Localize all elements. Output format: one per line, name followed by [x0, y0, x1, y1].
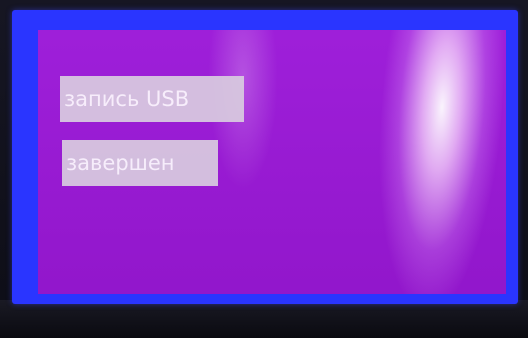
device-bezel-bottom — [0, 300, 528, 338]
status-text-recording: запись USB — [60, 76, 244, 122]
status-text-completed: завершен — [62, 140, 218, 186]
device-frame: запись USB завершен — [0, 0, 528, 338]
screen-glare — [367, 30, 506, 294]
